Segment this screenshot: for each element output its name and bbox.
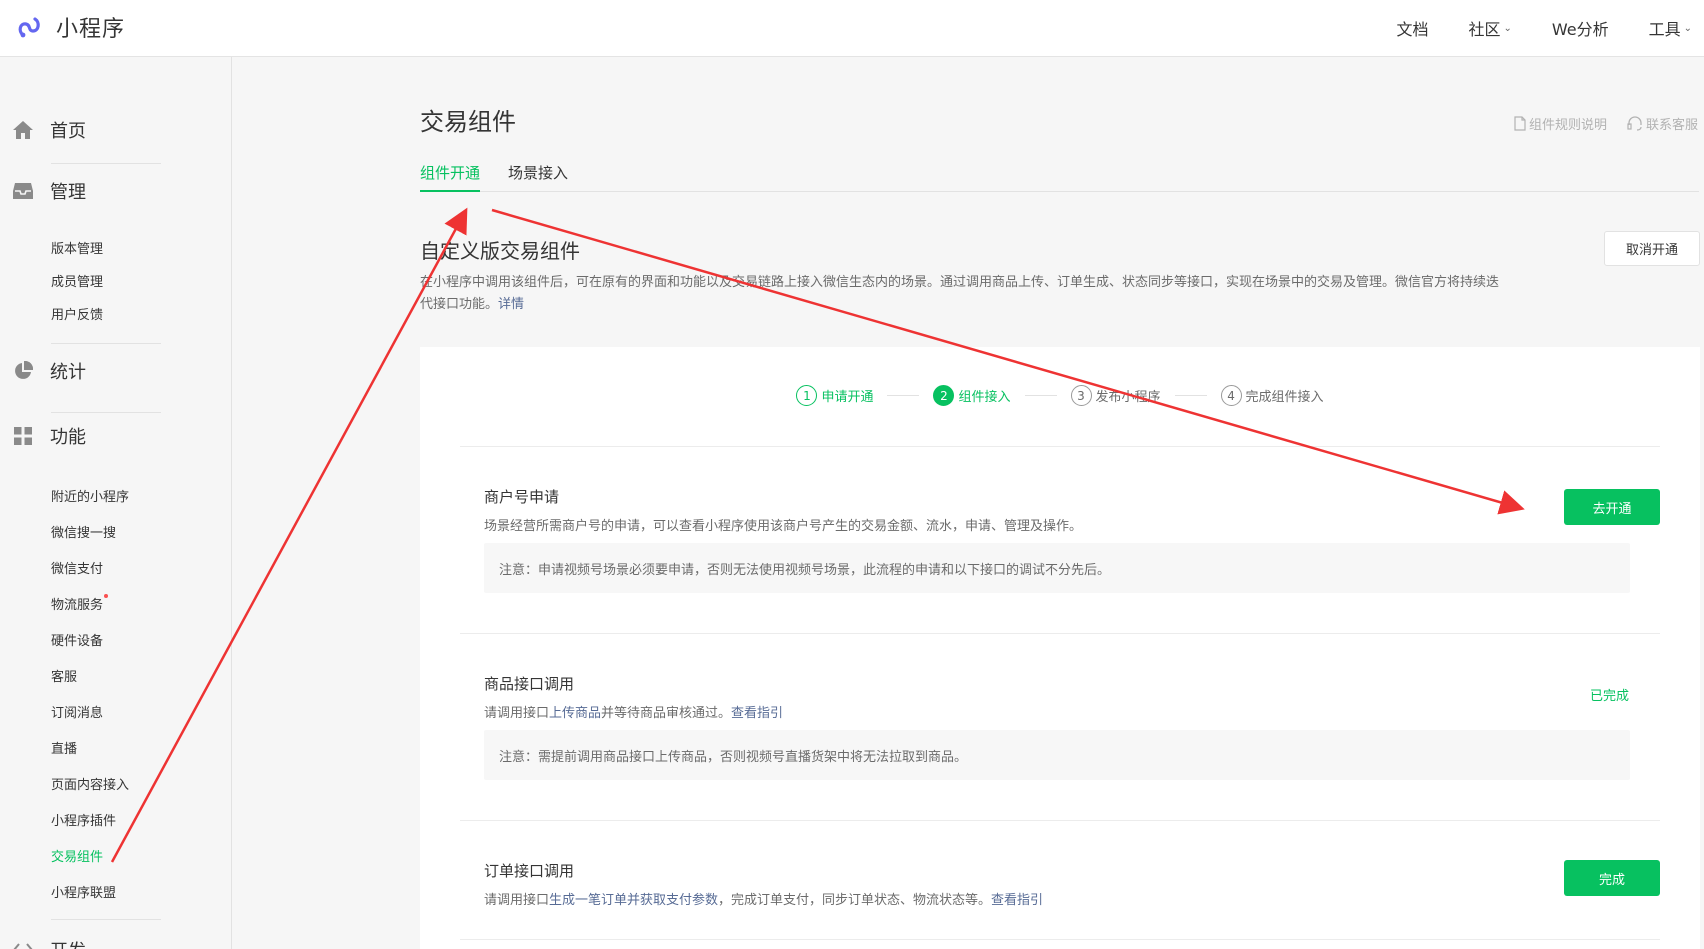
block-title: 商品接口调用 xyxy=(484,675,575,693)
sidebar-item-pay[interactable]: 微信支付 xyxy=(51,558,103,577)
nav-docs[interactable]: 文档 xyxy=(1396,16,1428,40)
rules-link[interactable]: 组件规则说明 xyxy=(1514,114,1607,133)
block-description: 请调用接口上传商品并等待商品审核通过。查看指引 xyxy=(484,706,784,721)
home-icon xyxy=(12,119,34,141)
step-publish: 3 发布小程序 xyxy=(1070,385,1161,406)
contact-service-link[interactable]: 联系客服 xyxy=(1627,114,1698,133)
notification-dot xyxy=(104,594,109,598)
sidebar-item-logistics[interactable]: 物流服务 xyxy=(51,594,109,613)
sidebar-item-home[interactable]: 首页 xyxy=(12,117,86,143)
logo[interactable]: 小程序 xyxy=(14,11,125,43)
step-connector xyxy=(1024,395,1057,396)
tab-scene-integration[interactable]: 场景接入 xyxy=(508,162,568,192)
sidebar-item-trade-component[interactable]: 交易组件 xyxy=(51,846,103,865)
product-api-block: 商品接口调用 请调用接口上传商品并等待商品审核通过。查看指引 注意：需提前调用商… xyxy=(460,634,1660,820)
divider xyxy=(51,919,161,920)
tab-component-activation[interactable]: 组件开通 xyxy=(420,162,481,192)
sidebar-item-members[interactable]: 成员管理 xyxy=(51,271,103,290)
section-description: 在小程序中调用该组件后，可在原有的界面和功能以及交易链路上接入微信生态内的场景。… xyxy=(420,275,1500,312)
sidebar: 首页 管理 版本管理 成员管理 用户反馈 统计 功能 附近的小程序 微信搜一搜 xyxy=(0,57,232,949)
sidebar-item-dev[interactable]: 开发 xyxy=(12,937,86,949)
sidebar-item-union[interactable]: 小程序联盟 xyxy=(51,882,116,901)
section-title: 自定义版交易组件 xyxy=(420,239,580,263)
chevron-down-icon: ⌄ xyxy=(1683,22,1692,34)
app-title: 小程序 xyxy=(56,17,126,42)
page-title: 交易组件 xyxy=(420,108,516,136)
sidebar-item-nearby[interactable]: 附近的小程序 xyxy=(51,486,129,505)
cancel-activation-button[interactable]: 取消开通 xyxy=(1604,231,1700,266)
create-order-link[interactable]: 生成一笔订单并获取支付参数 xyxy=(549,893,718,908)
order-api-block: 订单接口调用 请调用接口生成一笔订单并获取支付参数，完成订单支付，同步订单状态、… xyxy=(460,821,1660,949)
nav-community[interactable]: 社区 ⌄ xyxy=(1468,16,1511,40)
go-activate-button[interactable]: 去开通 xyxy=(1564,489,1660,525)
step-complete: 4 完成组件接入 xyxy=(1220,385,1324,406)
headset-icon xyxy=(1627,116,1642,131)
sidebar-item-manage[interactable]: 管理 xyxy=(12,178,86,204)
view-guide-link[interactable]: 查看指引 xyxy=(991,893,1043,908)
divider xyxy=(51,163,161,164)
chevron-down-icon: ⌄ xyxy=(1503,22,1512,34)
upload-product-link[interactable]: 上传商品 xyxy=(549,706,601,721)
block-description: 请调用接口生成一笔订单并获取支付参数，完成订单支付，同步订单状态、物流状态等。查… xyxy=(484,893,1044,908)
sidebar-item-feedback[interactable]: 用户反馈 xyxy=(51,304,103,323)
sidebar-item-hardware[interactable]: 硬件设备 xyxy=(51,630,103,649)
step-integrate: 2 组件接入 xyxy=(933,385,1011,406)
sidebar-item-features[interactable]: 功能 xyxy=(12,423,86,449)
miniprogram-logo-icon xyxy=(18,17,40,38)
sidebar-item-subscribe[interactable]: 订阅消息 xyxy=(51,702,103,721)
details-link[interactable]: 详情 xyxy=(498,297,524,312)
merchant-account-block: 商户号申请 场景经营所需商户号的申请，可以查看小程序使用该商户号产生的交易金额、… xyxy=(460,447,1660,633)
document-icon xyxy=(1514,116,1526,131)
steps-indicator: 1 申请开通 2 组件接入 3 发布小程序 4 完成组件接入 xyxy=(420,385,1700,406)
sidebar-item-live[interactable]: 直播 xyxy=(51,738,77,757)
sidebar-item-version[interactable]: 版本管理 xyxy=(51,238,103,257)
view-guide-link[interactable]: 查看指引 xyxy=(731,706,783,721)
block-description: 场景经营所需商户号的申请，可以查看小程序使用该商户号产生的交易金额、流水，申请、… xyxy=(484,519,1083,534)
step-connector xyxy=(1174,395,1207,396)
top-bar: 小程序 文档 社区 ⌄ We分析 工具 ⌄ xyxy=(0,0,1704,57)
sidebar-item-page-content[interactable]: 页面内容接入 xyxy=(51,774,129,793)
block-title: 商户号申请 xyxy=(484,488,560,506)
nav-tools[interactable]: 工具 ⌄ xyxy=(1649,16,1692,40)
nav-we-analytics[interactable]: We分析 xyxy=(1552,16,1609,40)
block-title: 订单接口调用 xyxy=(484,862,575,880)
pie-chart-icon xyxy=(12,360,34,382)
divider xyxy=(51,343,161,344)
complete-button[interactable]: 完成 xyxy=(1564,860,1660,896)
divider xyxy=(460,939,1660,940)
tab-bar: 组件开通 场景接入 xyxy=(420,162,1699,192)
inbox-icon xyxy=(12,180,34,202)
completed-status: 已完成 xyxy=(1590,689,1630,704)
progress-card: 1 申请开通 2 组件接入 3 发布小程序 4 完成组件接入 商户号申请 场景经 xyxy=(420,347,1700,949)
notice-box: 注意：申请视频号场景必须要申请，否则无法使用视频号场景，此流程的申请和以下接口的… xyxy=(484,543,1630,593)
step-apply: 1 申请开通 xyxy=(796,385,873,406)
sidebar-item-stats[interactable]: 统计 xyxy=(12,358,86,384)
step-connector xyxy=(887,395,920,396)
grid-icon xyxy=(12,425,34,447)
code-icon xyxy=(12,939,34,949)
sidebar-item-service[interactable]: 客服 xyxy=(51,666,77,685)
sidebar-item-plugin[interactable]: 小程序插件 xyxy=(51,810,116,829)
divider xyxy=(51,412,161,413)
notice-box: 注意：需提前调用商品接口上传商品，否则视频号直播货架中将无法拉取到商品。 xyxy=(484,730,1630,780)
help-links: 组件规则说明 联系客服 xyxy=(1494,114,1698,133)
sidebar-item-search[interactable]: 微信搜一搜 xyxy=(51,522,116,541)
top-nav: 文档 社区 ⌄ We分析 工具 ⌄ xyxy=(1356,16,1692,40)
